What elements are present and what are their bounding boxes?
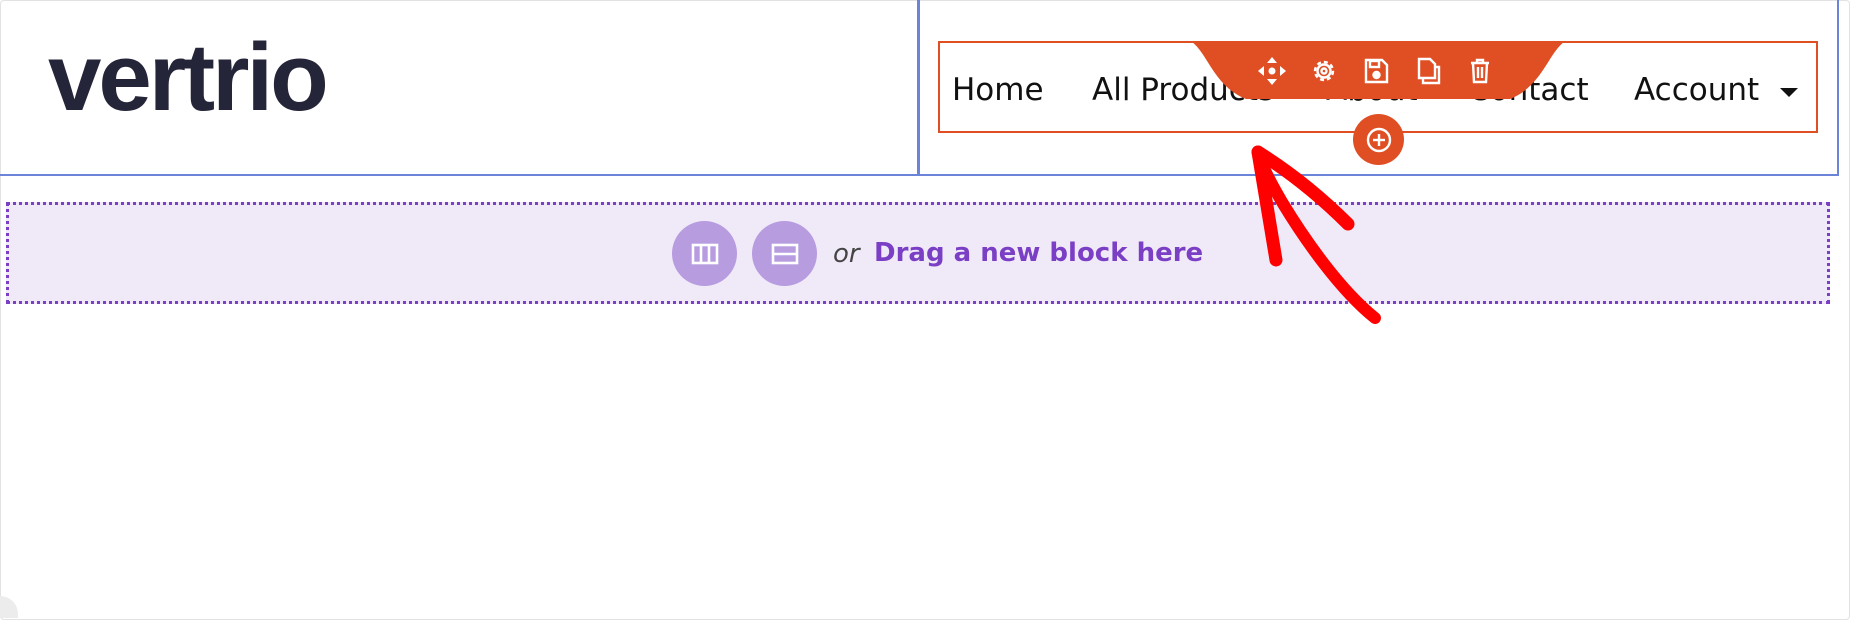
- nav-item-home[interactable]: Home: [952, 70, 1044, 110]
- duplicate-icon[interactable]: [1411, 54, 1445, 88]
- column-divider: [917, 0, 920, 176]
- chevron-down-icon[interactable]: [1780, 88, 1798, 97]
- rows-icon: [771, 243, 798, 264]
- or-label: or: [833, 239, 860, 269]
- logo: vertrio: [48, 24, 329, 131]
- plus-circle-icon: [1366, 127, 1391, 152]
- columns-icon: [691, 243, 718, 264]
- move-icon[interactable]: [1255, 54, 1289, 88]
- gear-icon[interactable]: [1307, 54, 1341, 88]
- nav-item-account[interactable]: Account: [1634, 70, 1759, 110]
- add-block-button[interactable]: [1353, 114, 1404, 165]
- trash-icon[interactable]: [1463, 54, 1497, 88]
- add-columns-button[interactable]: [672, 221, 737, 286]
- add-rows-button[interactable]: [752, 221, 817, 286]
- save-icon[interactable]: [1359, 54, 1393, 88]
- drag-block-label: Drag a new block here: [874, 238, 1204, 268]
